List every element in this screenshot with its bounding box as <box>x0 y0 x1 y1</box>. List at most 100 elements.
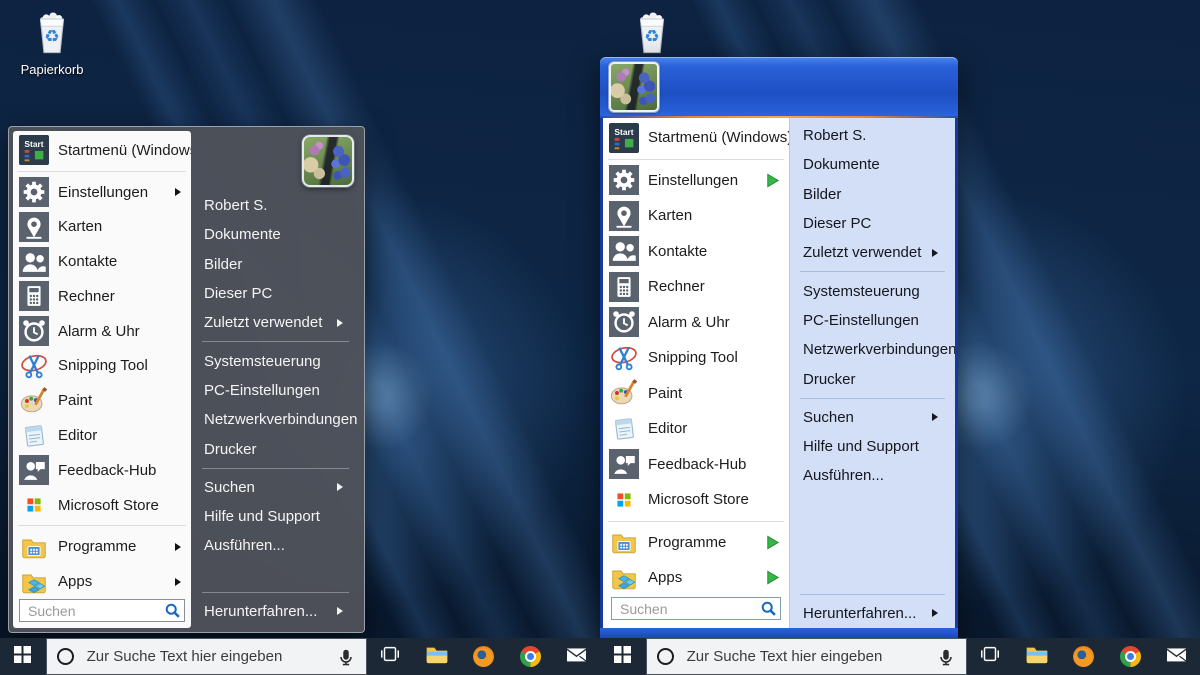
menu-item-kontakte[interactable]: Kontakte <box>13 244 191 279</box>
menu-item-systemsteuerung[interactable]: Systemsteuerung <box>191 346 360 375</box>
menu-item-startmenu-windows[interactable]: StartStartmenü (Windows) <box>13 133 191 168</box>
search-icon[interactable] <box>760 600 777 617</box>
submenu-arrow-icon <box>337 483 343 491</box>
menu-item-microsoft-store[interactable]: Microsoft Store <box>13 488 191 523</box>
menu-item-bilder[interactable]: Bilder <box>191 250 360 279</box>
firefox-button[interactable] <box>460 638 507 675</box>
task-view-button[interactable] <box>967 638 1014 675</box>
svg-text:Start: Start <box>614 127 633 137</box>
separator <box>202 592 349 593</box>
notepad-icon <box>19 421 49 451</box>
menu-item-systemsteuerung[interactable]: Systemsteuerung <box>790 276 955 305</box>
menu-item-snipping-tool[interactable]: Snipping Tool <box>603 340 789 376</box>
menu-item-alarm-uhr[interactable]: Alarm & Uhr <box>13 314 191 349</box>
mail-button[interactable] <box>553 638 600 675</box>
menu-item-drucker[interactable]: Drucker <box>191 434 360 463</box>
menu-item-hilfe-und-support[interactable]: Hilfe und Support <box>191 502 360 531</box>
menu-item-zuletzt-verwendet[interactable]: Zuletzt verwendet <box>790 238 955 267</box>
menu-item-einstellungen[interactable]: Einstellungen <box>13 175 191 210</box>
user-picture[interactable] <box>609 62 659 112</box>
menu-item-zuletzt-verwendet[interactable]: Zuletzt verwendet <box>191 308 360 337</box>
windows-logo-icon <box>14 646 31 668</box>
menu-item-dieser-pc[interactable]: Dieser PC <box>191 279 360 308</box>
recycle-bin-shortcut-2[interactable]: ♻ <box>608 10 696 61</box>
menu-item-user-name[interactable]: Robert S. <box>790 121 955 150</box>
menu-item-label: Karten <box>58 218 102 235</box>
menu-item-programme[interactable]: Programme <box>603 525 789 561</box>
user-picture[interactable] <box>302 135 354 187</box>
menu-item-apps[interactable]: Apps <box>603 560 789 596</box>
menu-item-netzwerkverbindungen[interactable]: Netzwerkverbindungen <box>790 335 955 364</box>
menu-item-paint[interactable]: Paint <box>13 383 191 418</box>
mail-button[interactable] <box>1153 638 1200 675</box>
menu-item-hilfe-und-support[interactable]: Hilfe und Support <box>790 432 955 461</box>
chrome-button[interactable] <box>507 638 554 675</box>
menu-item-drucker[interactable]: Drucker <box>790 364 955 393</box>
menu-item-dokumente[interactable]: Dokumente <box>191 220 360 249</box>
menu-search-input[interactable] <box>28 603 160 619</box>
menu-item-feedback-hub[interactable]: Feedback-Hub <box>603 447 789 483</box>
taskbar-search-placeholder: Zur Suche Text hier eingeben <box>687 648 883 665</box>
menu-item-pc-einstellungen[interactable]: PC-Einstellungen <box>191 376 360 405</box>
menu-item-startmenu-windows[interactable]: StartStartmenü (Windows) <box>603 120 789 156</box>
menu-item-herunterfahren[interactable]: Herunterfahren... <box>790 599 955 628</box>
menu-item-ausfuehren[interactable]: Ausführen... <box>191 531 360 560</box>
menu-item-suchen[interactable]: Suchen <box>191 473 360 502</box>
menu-item-feedback-hub[interactable]: Feedback-Hub <box>13 453 191 488</box>
menu-item-programme[interactable]: Programme <box>13 529 191 564</box>
spacer <box>790 491 955 590</box>
menu-item-label: Netzwerkverbindungen <box>803 341 955 358</box>
menu-item-einstellungen[interactable]: Einstellungen <box>603 163 789 199</box>
menu-item-netzwerkverbindungen[interactable]: Netzwerkverbindungen <box>191 405 360 434</box>
start-menu-xp-skin: StartStartmenü (Windows) EinstellungenKar… <box>600 57 958 638</box>
separator <box>18 525 186 526</box>
microphone-icon[interactable] <box>936 647 956 667</box>
menu-item-editor[interactable]: Editor <box>13 418 191 453</box>
file-explorer-button[interactable] <box>1014 638 1061 675</box>
start-button[interactable] <box>600 638 646 675</box>
menu-item-label: Editor <box>648 420 687 437</box>
search-icon[interactable] <box>164 602 181 619</box>
menu-item-editor[interactable]: Editor <box>603 411 789 447</box>
menu-item-karten[interactable]: Karten <box>603 198 789 234</box>
svg-text:♻: ♻ <box>644 27 659 47</box>
menu-item-dokumente[interactable]: Dokumente <box>790 150 955 179</box>
menu-item-user-name[interactable]: Robert S. <box>191 191 360 220</box>
menu-item-snipping-tool[interactable]: Snipping Tool <box>13 349 191 384</box>
menu-item-label: Dokumente <box>204 226 281 243</box>
recycle-bin-shortcut[interactable]: ♻ Papierkorb <box>8 10 96 77</box>
chrome-button[interactable] <box>1107 638 1154 675</box>
folder-programs-icon <box>609 527 639 557</box>
menu-item-alarm-uhr[interactable]: Alarm & Uhr <box>603 305 789 341</box>
menu-item-herunterfahren[interactable]: Herunterfahren... <box>191 597 360 626</box>
taskbar-search-box[interactable]: Zur Suche Text hier eingeben <box>46 638 367 675</box>
submenu-arrow-icon <box>932 413 938 421</box>
firefox-button[interactable] <box>1060 638 1107 675</box>
menu-item-kontakte[interactable]: Kontakte <box>603 234 789 270</box>
menu-item-rechner[interactable]: Rechner <box>13 279 191 314</box>
menu-item-apps[interactable]: Apps <box>13 564 191 599</box>
palette-icon <box>19 386 49 416</box>
taskbar-right: Zur Suche Text hier eingeben <box>600 638 1200 675</box>
menu-item-dieser-pc[interactable]: Dieser PC <box>790 209 955 238</box>
menu-item-karten[interactable]: Karten <box>13 210 191 245</box>
menu-item-paint[interactable]: Paint <box>603 376 789 412</box>
submenu-arrow-icon <box>175 578 181 586</box>
menu-item-suchen[interactable]: Suchen <box>790 403 955 432</box>
menu-item-label: Hilfe und Support <box>803 438 919 455</box>
task-view-button[interactable] <box>367 638 414 675</box>
file-explorer-button[interactable] <box>414 638 461 675</box>
microphone-icon[interactable] <box>336 647 356 667</box>
taskbar-search-box[interactable]: Zur Suche Text hier eingeben <box>646 638 967 675</box>
menu-item-rechner[interactable]: Rechner <box>603 269 789 305</box>
menu-item-bilder[interactable]: Bilder <box>790 180 955 209</box>
menu-item-ausfuehren[interactable]: Ausführen... <box>790 461 955 490</box>
menu-item-pc-einstellungen[interactable]: PC-Einstellungen <box>790 306 955 335</box>
firefox-icon <box>1073 646 1094 667</box>
feedback-icon <box>609 449 639 479</box>
menu-search-input[interactable] <box>620 601 756 617</box>
start-button[interactable] <box>0 638 46 675</box>
separator <box>608 521 784 522</box>
separator <box>608 159 784 160</box>
menu-item-microsoft-store[interactable]: Microsoft Store <box>603 482 789 518</box>
